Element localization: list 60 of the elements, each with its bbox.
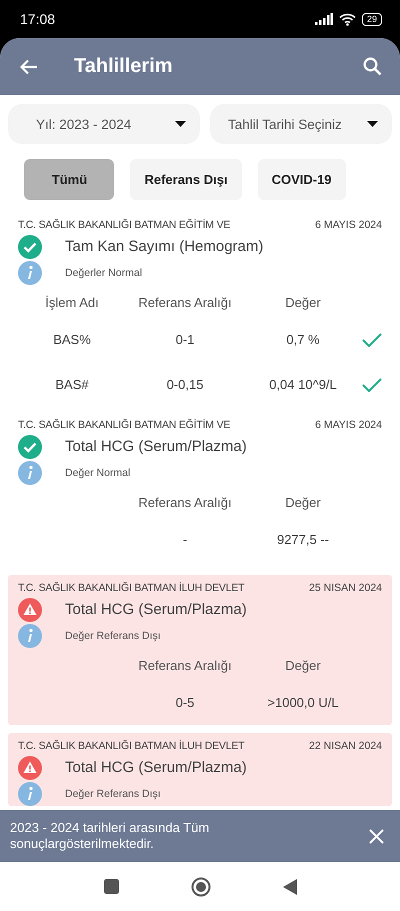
result-card[interactable]: T.C. SAĞLIK BAKANLIĞI BATMAN İLUH DEVLET 22 NISAN 2024 Total HCG (Serum/Plazma) Değer Referans Dışı bbox=[8, 733, 392, 806]
column-header: İşlem Adı bbox=[45, 294, 99, 310]
warning-icon bbox=[18, 598, 42, 622]
column-header: Değer bbox=[285, 494, 321, 510]
table-cell: BAS% bbox=[53, 332, 91, 347]
column-header: Değer bbox=[285, 658, 321, 672]
column-header: Referans Aralığı bbox=[138, 658, 232, 672]
caret-icon bbox=[175, 121, 186, 127]
battery-level: 29 bbox=[362, 12, 382, 26]
check-circle-icon bbox=[18, 234, 42, 258]
institution-name: T.C. SAĞLIK BAKANLIĞI BATMAN EĞİTİM VE bbox=[18, 219, 230, 231]
table-cell: 0,04 10^9/L bbox=[269, 377, 337, 392]
recent-apps-icon[interactable] bbox=[104, 879, 118, 894]
institution-name: T.C. SAĞLIK BAKANLIĞI BATMAN EĞİTİM VE bbox=[18, 419, 230, 431]
check-icon bbox=[362, 332, 382, 346]
snackbar-message: 2023 - 2024 tarihleri arasında Tüm sonuçlargösterilmektedir. bbox=[10, 820, 210, 852]
dropdown[interactable]: Yıl: 2023 - 2024 bbox=[8, 104, 200, 144]
back-arrow-icon[interactable] bbox=[20, 58, 38, 74]
column-header: Değer bbox=[285, 294, 321, 310]
result-card[interactable]: T.C. SAĞLIK BAKANLIĞI BATMAN İLUH DEVLET 25 NISAN 2024 Total HCG (Serum/Plazma) Değer Referans Dışı Referans Aralığı Değer 0-5 >1000,0 U/L bbox=[8, 575, 392, 725]
warning-icon bbox=[18, 756, 42, 780]
test-name: Tam Kan Sayımı (Hemogram) bbox=[65, 238, 264, 255]
result-status: Değerler Normal bbox=[65, 266, 142, 278]
filter-chip[interactable]: COVID-19 bbox=[258, 159, 346, 200]
institution-name: T.C. SAĞLIK BAKANLIĞI BATMAN İLUH DEVLET bbox=[18, 740, 244, 752]
result-date: 6 MAYIS 2024 bbox=[315, 419, 382, 431]
wifi-icon bbox=[338, 12, 356, 26]
result-date: 22 NISAN 2024 bbox=[309, 740, 382, 752]
caret-icon bbox=[367, 121, 378, 127]
table-cell: >1000,0 U/L bbox=[267, 695, 339, 710]
result-status: Değer Referans Dışı bbox=[65, 630, 161, 642]
screen-title: Tahlillerim bbox=[74, 55, 174, 78]
result-date: 6 MAYIS 2024 bbox=[315, 219, 382, 231]
table-cell: 0-1 bbox=[176, 332, 194, 347]
home-icon[interactable] bbox=[190, 876, 210, 896]
result-date: 25 NISAN 2024 bbox=[309, 582, 382, 594]
test-name: Total HCG (Serum/Plazma) bbox=[65, 438, 247, 455]
result-status: Değer Referans Dışı bbox=[65, 788, 161, 800]
column-header: Referans Aralığı bbox=[138, 294, 232, 310]
test-name: Total HCG (Serum/Plazma) bbox=[65, 601, 247, 618]
table-cell: BAS# bbox=[55, 377, 89, 392]
signal-icon bbox=[314, 13, 333, 25]
filter-chip[interactable]: Tümü bbox=[24, 159, 114, 200]
table-cell: 0-5 bbox=[176, 695, 194, 710]
back-icon[interactable] bbox=[282, 878, 296, 894]
table-cell: 9277,5 -- bbox=[276, 532, 330, 547]
institution-name: T.C. SAĞLIK BAKANLIĞI BATMAN İLUH DEVLET bbox=[18, 582, 244, 594]
filter-chip[interactable]: Referans Dışı bbox=[130, 159, 242, 200]
table-cell: 0-0,15 bbox=[166, 377, 204, 392]
close-icon[interactable] bbox=[369, 828, 384, 844]
dropdown[interactable]: Tahlil Tarihi Seçiniz bbox=[210, 104, 392, 144]
column-header: Referans Aralığı bbox=[138, 494, 232, 510]
table-cell: 0,7 % bbox=[286, 332, 320, 347]
search-icon[interactable] bbox=[363, 57, 382, 76]
check-icon bbox=[362, 378, 382, 392]
test-name: Total HCG (Serum/Plazma) bbox=[65, 759, 247, 776]
check-circle-icon bbox=[18, 434, 42, 458]
result-status: Değer Normal bbox=[65, 466, 130, 478]
status-time: 17:08 bbox=[20, 11, 56, 27]
table-cell: - bbox=[182, 532, 188, 547]
